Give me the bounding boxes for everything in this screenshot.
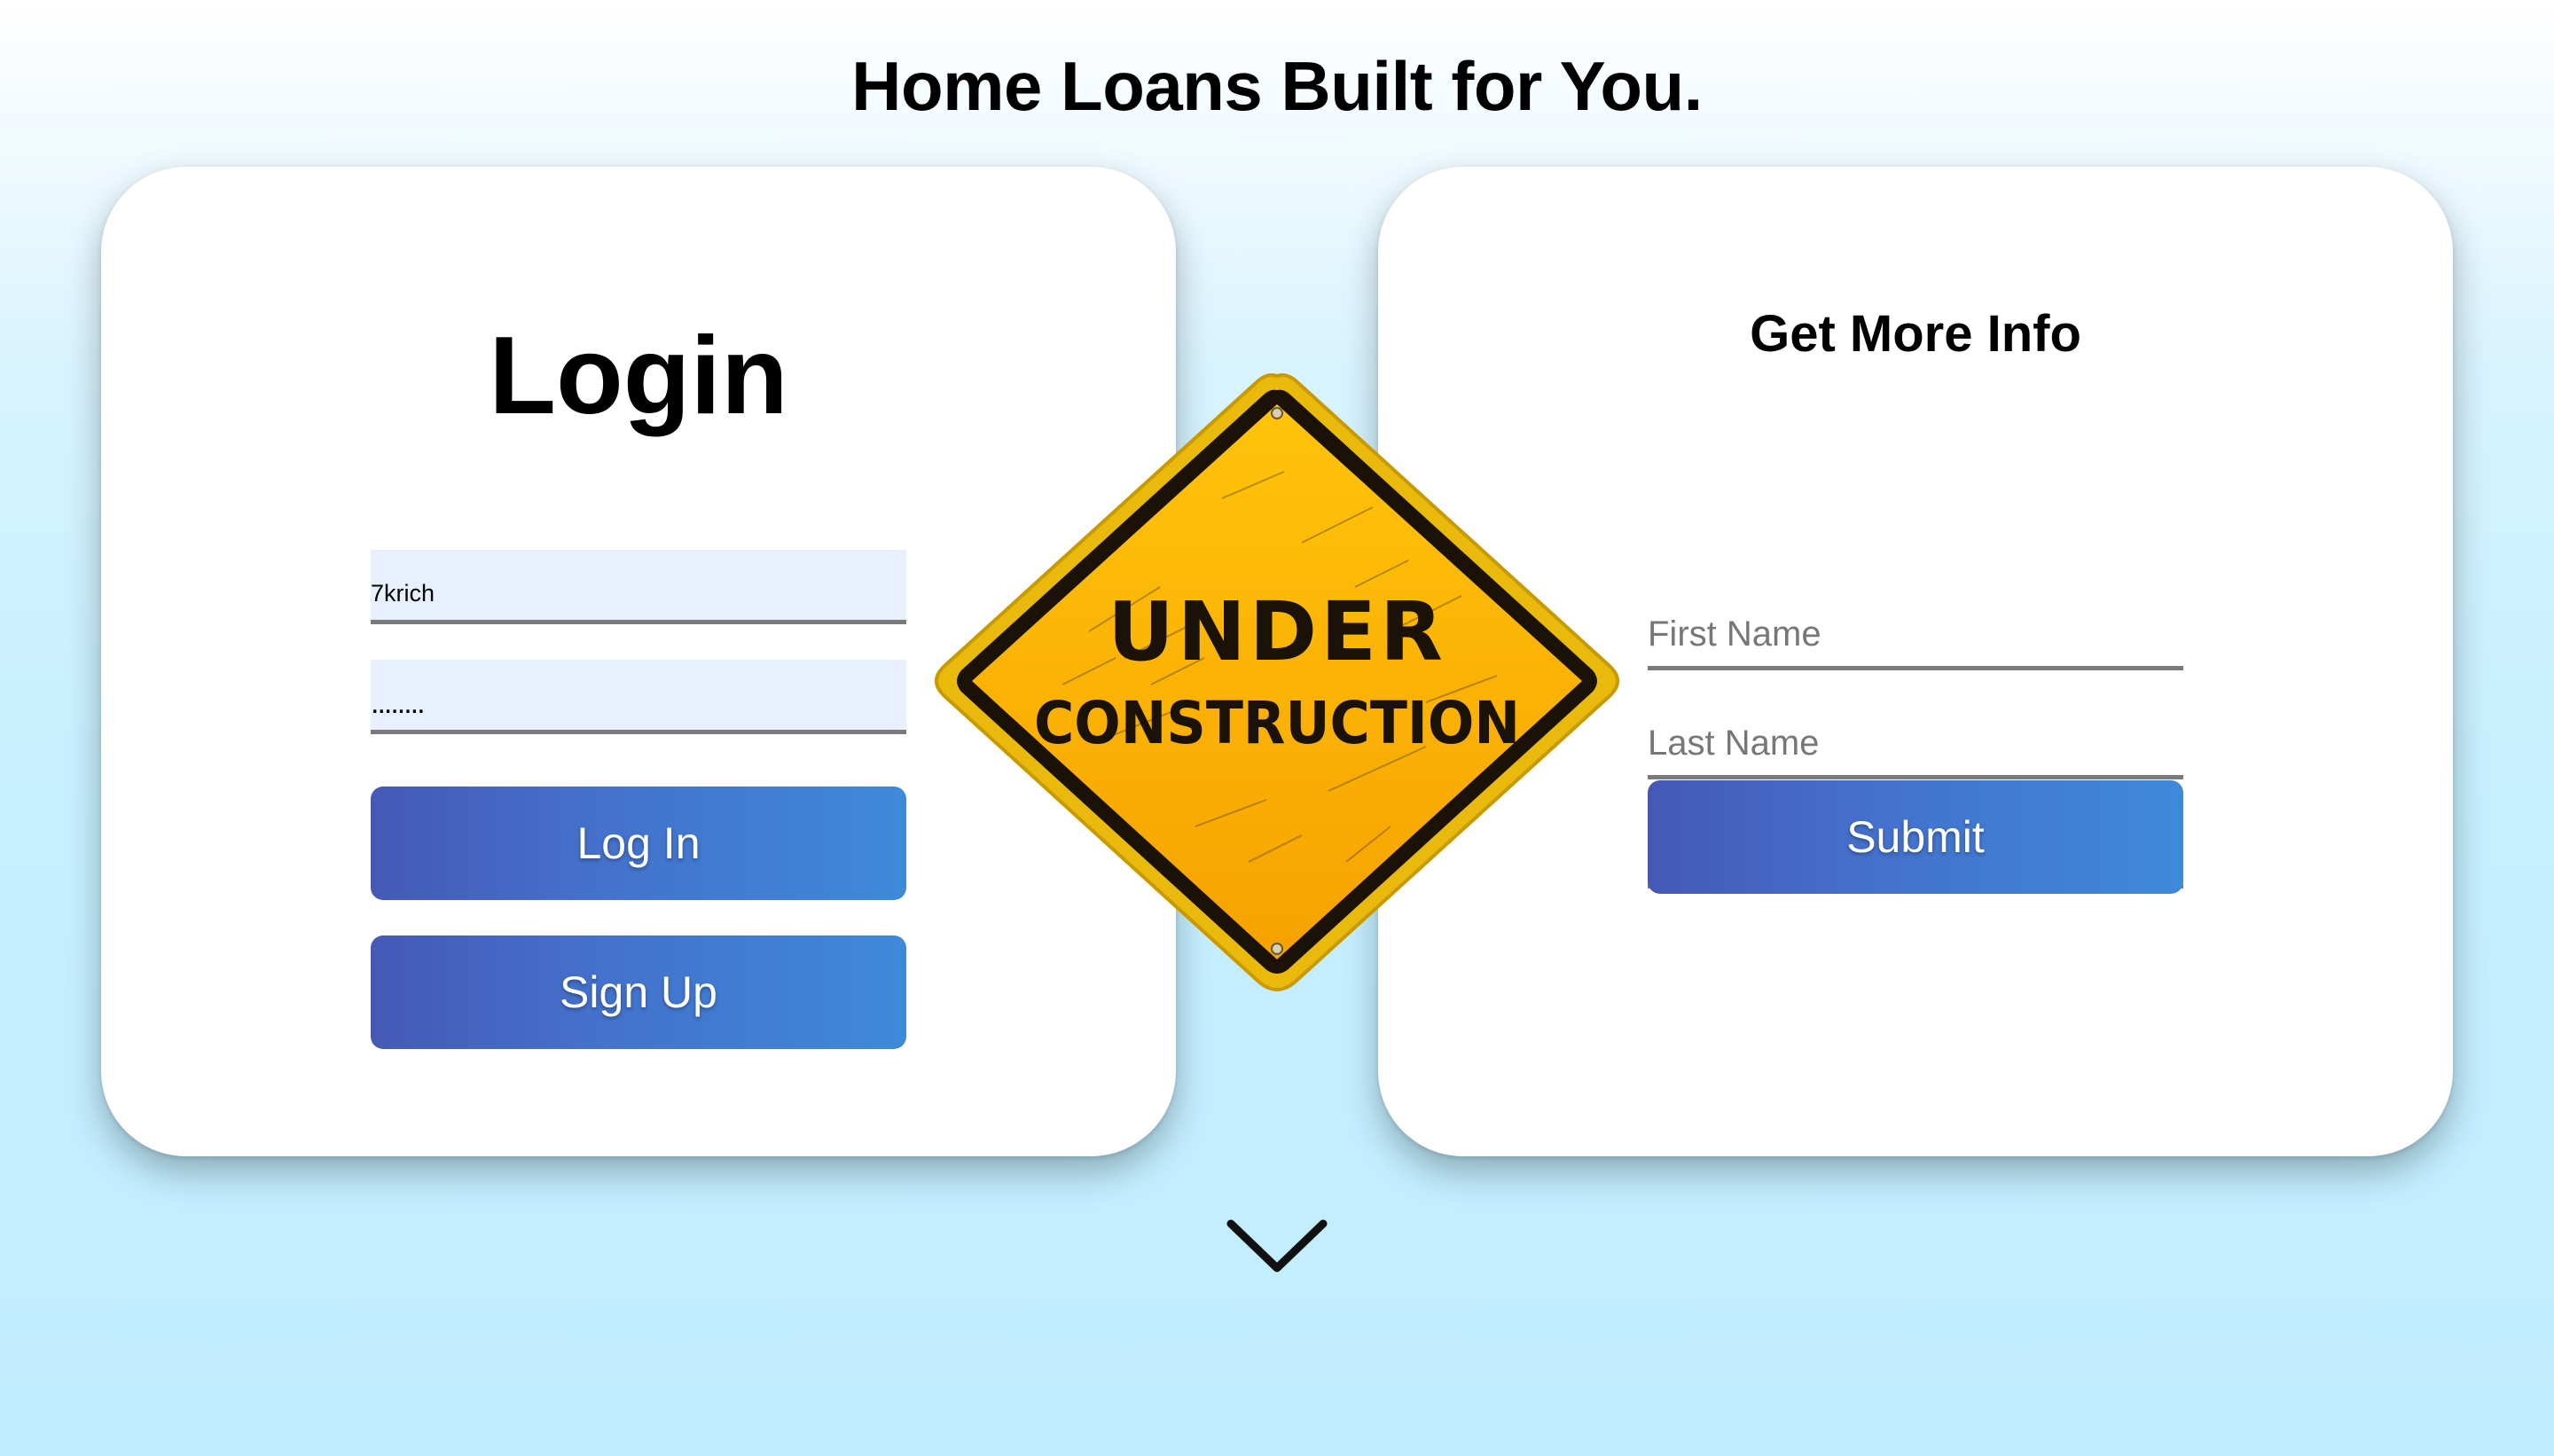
log-in-button[interactable]: Log In <box>371 787 906 900</box>
last-name-input[interactable] <box>1648 712 2183 779</box>
page-title: Home Loans Built for You. <box>851 47 1703 125</box>
chevron-down-icon[interactable] <box>1224 1215 1330 1277</box>
username-input[interactable] <box>371 550 906 624</box>
sign-line-construction: CONSTRUCTION <box>1034 689 1520 757</box>
first-name-input[interactable] <box>1648 603 2183 670</box>
under-construction-sign: UNDER CONSTRUCTION <box>935 373 1619 992</box>
info-title: Get More Info <box>1750 305 2081 363</box>
sign-line-under: UNDER <box>1108 584 1446 679</box>
sign-bolt-bottom-icon <box>1271 943 1283 955</box>
password-input[interactable] <box>371 660 906 734</box>
sign-up-button[interactable]: Sign Up <box>371 935 906 1049</box>
submit-button[interactable]: Submit <box>1648 780 2183 894</box>
sign-bolt-top-icon <box>1271 407 1283 419</box>
